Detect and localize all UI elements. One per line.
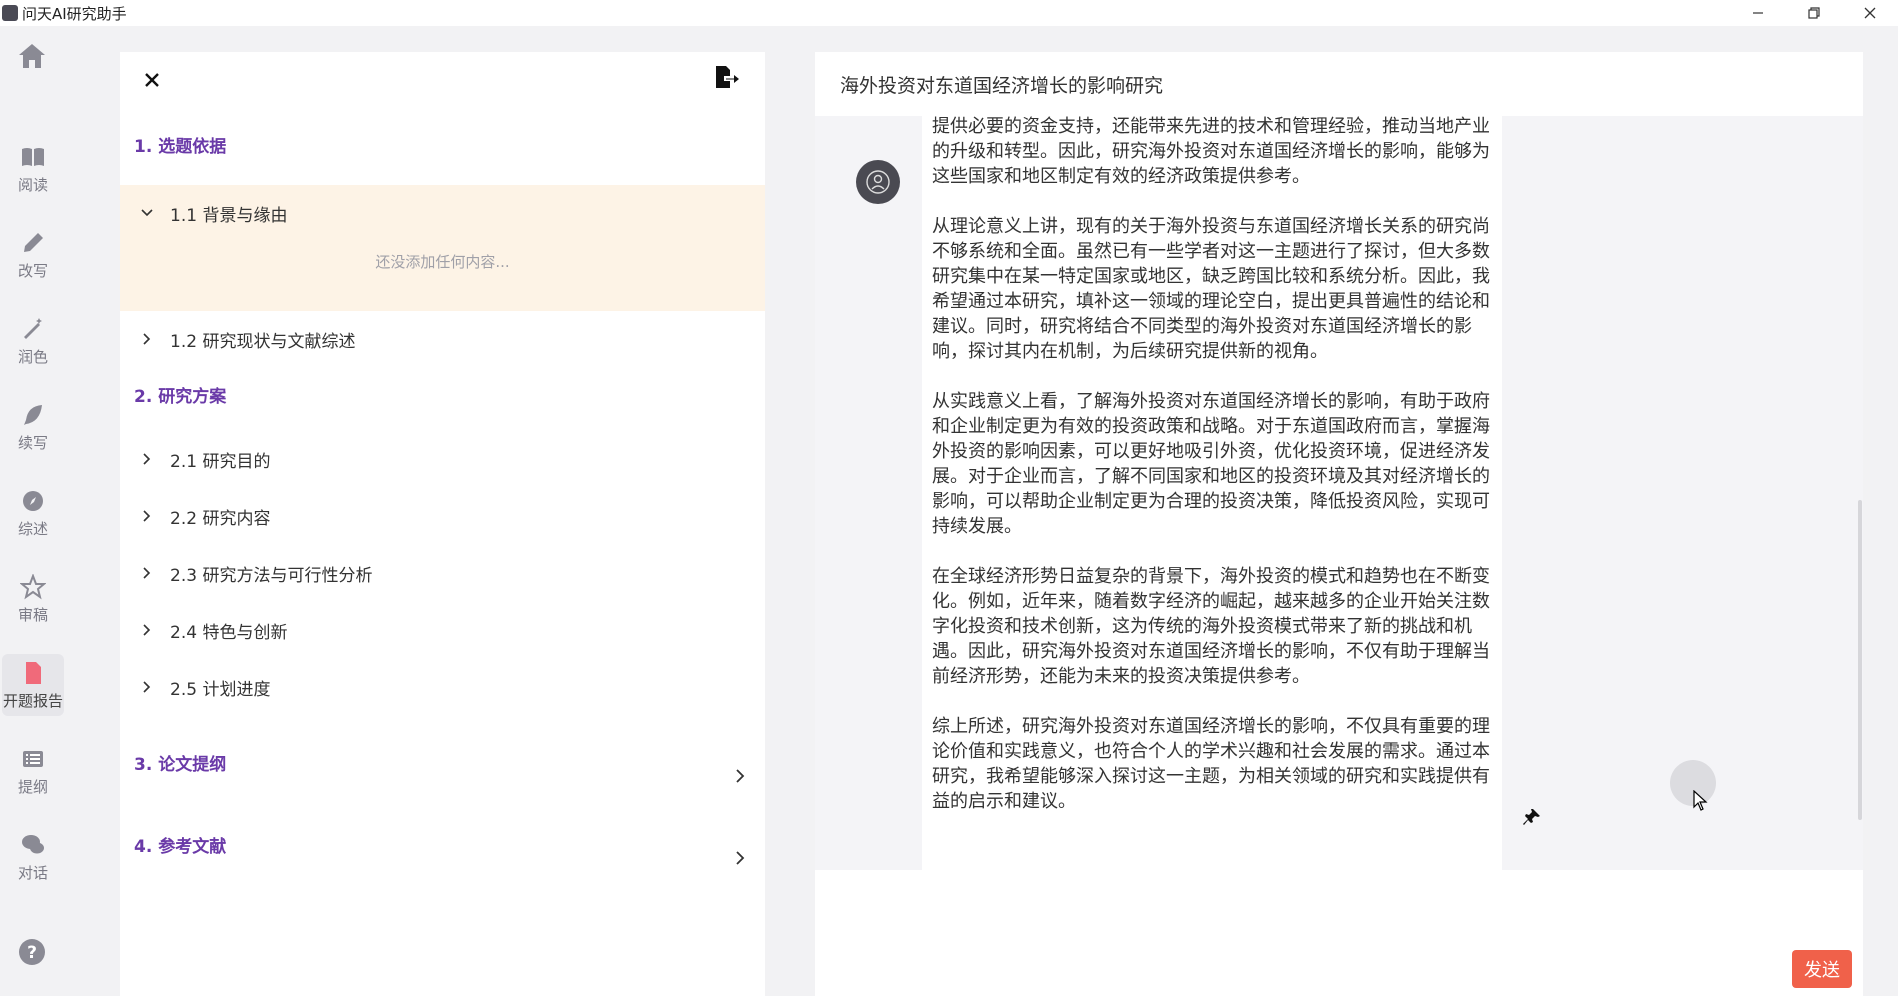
close-icon[interactable] [1842,0,1898,26]
sidebar-item-polish[interactable]: 润色 [2,310,64,372]
chevron-right-icon[interactable] [732,850,748,866]
feather-icon [24,404,42,425]
subsection-label: 1.1 背景与缘由 [170,205,288,226]
pin-icon[interactable] [1523,808,1541,826]
chevron-right-icon[interactable] [732,768,748,784]
subsection-label: 1.2 研究现状与文献综述 [170,331,356,352]
message-paragraph: 从实践意义上看，了解海外投资对东道国经济增长的影响，有助于政府和企业制定更为有效… [932,391,1490,537]
sidebar-item-label: 润色 [17,347,48,366]
sidebar-item-continue[interactable]: 续写 [2,396,64,458]
left-nav: 阅读 改写 润色 续写 综述 审稿 开题报告 提纲 对话 ? [0,26,70,996]
message-paragraph: 综上所述，研究海外投资对东道国经济增长的影响，不仅具有重要的理论价值和实践意义，… [932,716,1490,812]
compass-icon [23,490,43,511]
chevron-right-icon [143,333,151,345]
help-icon[interactable]: ? [18,938,46,966]
window-controls [1730,0,1898,26]
export-button[interactable] [712,64,740,92]
sidebar-item-audit[interactable]: 审稿 [2,568,64,630]
avatar-icon [866,170,890,194]
outline-panel: 1. 选题依据 1.1 背景与缘由 还没添加任何内容... 1.2 研究现状与文… [120,52,765,996]
magic-wand-icon [24,317,42,339]
assistant-message: 提供必要的资金支持，还能带来先进的技术和管理经验，推动当地产业的升级和转型。因此… [922,116,1502,878]
sidebar-item-rewrite[interactable]: 改写 [2,224,64,286]
sidebar-item-label: 续写 [17,433,48,452]
pen-icon [24,232,43,252]
chat-panel: 海外投资对东道国经济增长的影响研究 提供必要的资金支持，还能带来先进的技术和管理… [815,52,1863,996]
document-icon [26,661,41,684]
empty-hint: 还没添加任何内容... [375,253,510,271]
subsection-label: 2.5 计划进度 [170,679,271,700]
subsection-label: 2.1 研究目的 [170,451,271,472]
window-title: 问天AI研究助手 [22,4,127,23]
section-title[interactable]: 1. 选题依据 [134,132,226,157]
chat-icon [22,834,44,853]
sidebar-item-read[interactable]: 阅读 [2,138,64,200]
chevron-down-icon [141,209,153,217]
svg-text:?: ? [27,943,37,963]
mouse-cursor-icon [1693,790,1708,811]
section-title[interactable]: 3. 论文提纲 [134,750,226,775]
chevron-right-icon [143,453,151,465]
message-paragraph: 在全球经济形势日益复杂的背景下，海外投资的模式和趋势也在不断变化。例如，近年来，… [932,566,1490,687]
list-icon [23,750,43,767]
subsection-expanded: 1.1 背景与缘由 还没添加任何内容... [120,185,765,311]
subsection-item[interactable]: 2.5 计划进度 [120,662,765,712]
section-title[interactable]: 2. 研究方案 [134,382,226,407]
sidebar-item-label: 开题报告 [2,691,63,710]
sidebar-item-label: 改写 [17,261,48,280]
sidebar-item-label: 综述 [17,519,48,538]
subsection-item[interactable]: 2.1 研究目的 [120,434,765,484]
close-panel-button[interactable] [140,68,164,92]
chat-title: 海外投资对东道国经济增长的影响研究 [815,52,1863,116]
assistant-avatar [856,160,900,204]
send-button[interactable]: 发送 [1792,950,1852,988]
sidebar-item-label: 审稿 [17,605,48,624]
star-icon [20,573,46,599]
minimize-icon[interactable] [1730,0,1786,26]
chevron-right-icon [143,624,151,636]
restore-icon[interactable] [1786,0,1842,26]
subsection-label: 2.3 研究方法与可行性分析 [170,565,373,586]
app-logo-icon [2,5,18,21]
subsection-item[interactable]: 2.2 研究内容 [120,491,765,541]
chevron-right-icon [143,681,151,693]
sidebar-item-label: 对话 [17,863,48,882]
scrollbar[interactable] [1858,500,1862,820]
subsection-header[interactable]: 1.1 背景与缘由 [120,185,765,241]
subsection-item[interactable]: 1.2 研究现状与文献综述 [120,314,765,364]
title-bar: 问天AI研究助手 [0,0,1898,26]
message-paragraph: 提供必要的资金支持，还能带来先进的技术和管理经验，推动当地产业的升级和转型。因此… [932,116,1490,187]
chat-input-area[interactable] [815,870,1863,996]
export-icon [716,66,739,88]
sidebar-item-chat[interactable]: 对话 [2,826,64,888]
sidebar-item-label: 提纲 [17,777,48,796]
subsection-label: 2.4 特色与创新 [170,622,288,643]
sidebar-item-outline[interactable]: 提纲 [2,740,64,802]
chevron-right-icon [143,510,151,522]
section-title[interactable]: 4. 参考文献 [134,832,226,857]
subsection-label: 2.2 研究内容 [170,508,271,529]
close-icon [145,73,159,87]
message-paragraph: 从理论意义上讲，现有的关于海外投资与东道国经济增长关系的研究尚不够系统和全面。虽… [932,216,1490,362]
subsection-item[interactable]: 2.4 特色与创新 [120,605,765,655]
book-icon [22,147,44,166]
sidebar-item-label: 阅读 [17,175,48,194]
sidebar-item-proposal[interactable]: 开题报告 [2,654,64,716]
chevron-right-icon [143,567,151,579]
home-icon[interactable] [16,40,48,72]
subsection-item[interactable]: 2.3 研究方法与可行性分析 [120,548,765,598]
sidebar-item-review[interactable]: 综述 [2,482,64,544]
